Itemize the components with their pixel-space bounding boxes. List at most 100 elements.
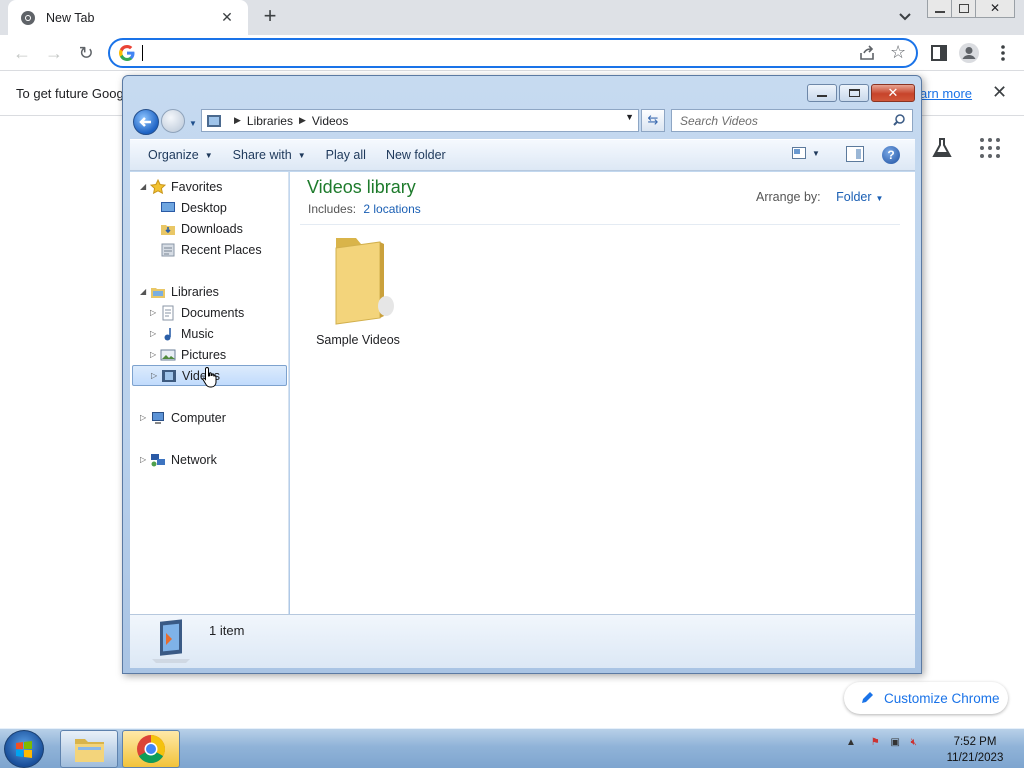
taskbar-explorer-button[interactable] [60, 730, 118, 768]
share-icon[interactable] [858, 44, 876, 62]
nav-item-videos[interactable]: ▷ Videos [132, 365, 287, 388]
customize-chrome-button[interactable]: Customize Chrome [844, 682, 1008, 714]
nav-item-network[interactable]: ▷ Network [130, 449, 287, 470]
close-button[interactable]: ✕ [976, 0, 1014, 17]
chrome-favicon-icon [21, 10, 35, 25]
tab-title: New Tab [46, 10, 95, 25]
browser-toolbar: ← → ↻ ☆ [0, 35, 1024, 71]
explorer-address-bar[interactable]: ▶ Libraries ▶ Videos ▼ [201, 109, 639, 132]
tab-new-tab[interactable]: New Tab ✕ [8, 0, 248, 35]
library-title: Videos library [307, 177, 416, 197]
arrange-by: Arrange by: Folder ▼ [756, 190, 883, 204]
profile-avatar-icon[interactable] [958, 42, 980, 64]
arrange-dropdown[interactable]: Folder [836, 190, 871, 204]
nav-label: Recent Places [181, 242, 262, 257]
expanded-triangle-icon[interactable]: ◢ [140, 182, 146, 191]
google-apps-icon[interactable] [980, 138, 1000, 158]
organize-button[interactable]: Organize ▼ [130, 148, 222, 162]
help-icon[interactable]: ? [882, 146, 900, 164]
explorer-window-controls: ✕ [807, 84, 915, 102]
explorer-maximize-button[interactable] [839, 84, 869, 102]
taskbar-chrome-button[interactable] [122, 730, 180, 768]
folder-item[interactable]: Sample Videos [300, 230, 416, 347]
expanded-triangle-icon[interactable]: ◢ [140, 287, 146, 296]
action-center-flag-icon[interactable]: ⚑ [871, 737, 880, 748]
more-menu-icon[interactable] [992, 42, 1014, 64]
search-icon[interactable] [892, 113, 906, 127]
collapsed-triangle-icon[interactable]: ▷ [140, 455, 146, 464]
explorer-refresh-icon[interactable]: ⇆ [641, 109, 665, 132]
address-bar[interactable]: ☆ [108, 38, 918, 68]
network-status-icon[interactable]: ▣ [890, 737, 899, 748]
folder-icon [75, 739, 104, 762]
start-button[interactable] [4, 730, 44, 768]
collapsed-triangle-icon[interactable]: ▷ [151, 371, 157, 380]
search-placeholder: Search Videos [680, 114, 758, 128]
explorer-search-input[interactable]: Search Videos [671, 109, 913, 132]
breadcrumb-videos[interactable]: Videos [312, 114, 348, 128]
volume-muted-icon[interactable]: 🔇︎ [911, 737, 917, 748]
play-all-button[interactable]: Play all [317, 148, 375, 162]
chrome-icon [137, 735, 165, 763]
infobar-message: To get future Goog [16, 86, 124, 101]
downloads-folder-icon [161, 224, 175, 235]
minimize-button[interactable] [928, 0, 952, 17]
collapsed-triangle-icon[interactable]: ▷ [150, 308, 156, 317]
nav-item-libraries[interactable]: ◢ Libraries [130, 281, 287, 302]
nav-label: Desktop [181, 200, 227, 215]
back-arrow-icon[interactable]: ← [10, 41, 34, 65]
preview-pane-icon[interactable] [846, 146, 864, 162]
new-tab-button[interactable]: + [258, 5, 282, 29]
nav-label: Music [181, 326, 214, 341]
recent-pages-chevron-icon[interactable]: ▼ [189, 119, 197, 128]
play-all-label: Play all [325, 148, 366, 162]
collapsed-triangle-icon[interactable]: ▷ [150, 329, 156, 338]
customize-chrome-label: Customize Chrome [884, 690, 1000, 706]
collapsed-triangle-icon[interactable]: ▷ [150, 350, 156, 359]
labs-flask-icon[interactable] [930, 136, 954, 160]
collapsed-triangle-icon[interactable]: ▷ [140, 413, 146, 422]
nav-item-downloads[interactable]: Downloads [130, 218, 287, 239]
show-hidden-icons-icon[interactable]: ▲ [846, 737, 856, 748]
explorer-minimize-button[interactable] [807, 84, 837, 102]
tab-close-icon[interactable]: ✕ [218, 9, 236, 26]
chevron-down-icon[interactable]: ▼ [876, 194, 884, 203]
infobar-close-icon[interactable]: ✕ [992, 82, 1007, 103]
nav-label: Libraries [171, 284, 219, 299]
google-g-icon [119, 45, 135, 61]
explorer-close-button[interactable]: ✕ [871, 84, 915, 102]
system-tray: ▲ ⚑ ▣ 🔇︎ [846, 737, 917, 748]
clock[interactable]: 7:52 PM 11/21/2023 [940, 734, 1010, 766]
restore-button[interactable] [952, 0, 976, 17]
nav-item-pictures[interactable]: ▷ Pictures [130, 344, 287, 365]
nav-item-recent-places[interactable]: Recent Places [130, 239, 287, 260]
breadcrumb-libraries[interactable]: Libraries [247, 114, 293, 128]
explorer-back-icon[interactable] [133, 109, 159, 135]
explorer-window: ✕ ▼ ▶ Libraries ▶ Videos ▼ ⇆ Search Vide… [122, 75, 922, 674]
tab-search-chevron-icon[interactable] [896, 8, 914, 26]
locations-link[interactable]: 2 locations [363, 202, 420, 216]
address-dropdown-icon[interactable]: ▼ [625, 112, 634, 122]
nav-item-music[interactable]: ▷ Music [130, 323, 287, 344]
explorer-forward-icon[interactable] [161, 109, 185, 133]
reload-icon[interactable]: ↻ [74, 41, 98, 65]
new-folder-button[interactable]: New folder [377, 148, 455, 162]
nav-item-favorites[interactable]: ◢ Favorites [130, 176, 287, 197]
pencil-icon [862, 692, 873, 703]
nav-label: Computer [171, 410, 226, 425]
bookmark-star-icon[interactable]: ☆ [890, 42, 906, 63]
share-with-button[interactable]: Share with ▼ [224, 148, 315, 162]
change-view-button[interactable]: ▼ [792, 147, 820, 159]
chevron-down-icon: ▼ [204, 150, 213, 160]
nav-item-computer[interactable]: ▷ Computer [130, 407, 287, 428]
nav-label: Network [171, 452, 217, 467]
learn-more-link[interactable]: arn more [920, 86, 972, 101]
libraries-icon [151, 287, 165, 298]
forward-arrow-icon[interactable]: → [42, 41, 66, 65]
computer-icon [152, 411, 164, 424]
nav-item-documents[interactable]: ▷ Documents [130, 302, 287, 323]
recent-places-icon [161, 243, 175, 256]
side-panel-icon[interactable] [928, 42, 950, 64]
nav-item-desktop[interactable]: Desktop [130, 197, 287, 218]
desktop-icon [161, 201, 175, 212]
